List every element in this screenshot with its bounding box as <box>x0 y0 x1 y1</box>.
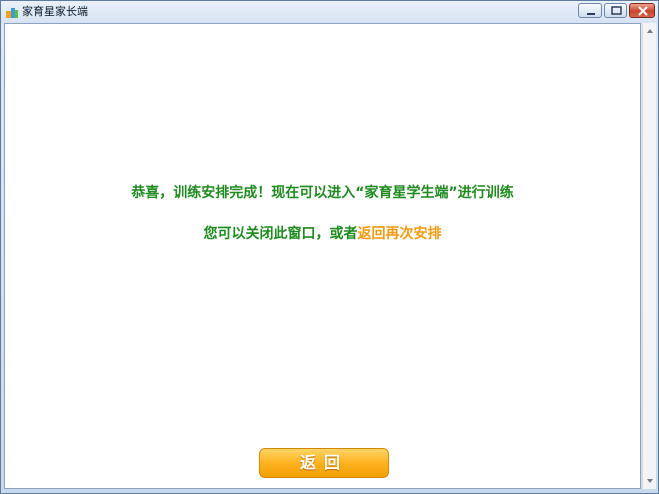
app-window: 家育星家长端 恭喜，训练安排完成！现在可以进入“家育星学生端”进行训练 您可以关… <box>0 0 659 494</box>
maximize-button[interactable] <box>604 3 627 18</box>
close-icon <box>638 6 648 16</box>
rearrange-link[interactable]: 返回再次安排 <box>358 226 442 242</box>
window-title: 家育星家长端 <box>22 5 88 18</box>
maximize-icon <box>611 6 622 15</box>
close-window-hint: 您可以关闭此窗口，或者 <box>203 226 358 242</box>
minimize-icon <box>587 13 595 15</box>
scroll-down-icon[interactable] <box>645 476 655 486</box>
close-button[interactable] <box>629 3 655 18</box>
completion-message: 恭喜，训练安排完成！现在可以进入“家育星学生端”进行训练 <box>131 185 514 201</box>
back-button[interactable]: 返回 <box>259 448 389 478</box>
close-or-rearrange-message: 您可以关闭此窗口，或者返回再次安排 <box>4 223 641 243</box>
minimize-button[interactable] <box>578 3 602 18</box>
content-area <box>4 23 641 489</box>
vertical-scrollbar[interactable] <box>642 23 656 489</box>
scroll-up-icon[interactable] <box>645 26 655 36</box>
app-logo-icon <box>6 8 18 18</box>
title-bar[interactable]: 家育星家长端 <box>1 1 658 23</box>
